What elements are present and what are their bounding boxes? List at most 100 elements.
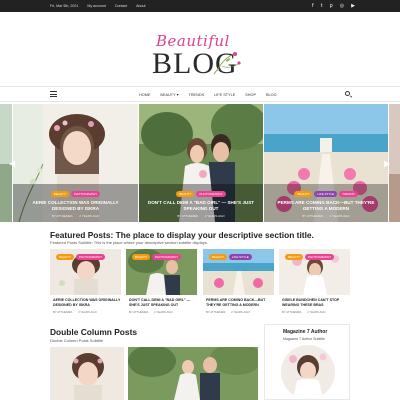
post-author[interactable]: BY ATTHEMES — [129, 310, 148, 314]
main-nav: HOME BEAUTY ▾ TRENDS LIFE STYLE SHOP BLO… — [0, 86, 400, 102]
my-account-link[interactable]: My account — [87, 4, 105, 8]
post-meta: BY ATTHEMES 2 YEARS AGO — [129, 310, 178, 314]
featured-slider: BEAUTY PHOTOGRAPHY AERIE COLLECTION WAS … — [0, 104, 400, 222]
post-author[interactable]: BY ATTHEMES — [206, 310, 225, 314]
post-date: 2 YEARS AGO — [231, 310, 250, 314]
category-badge[interactable]: BEAUTY — [294, 191, 313, 197]
slide-badges: BEAUTY PHOTOGRAPHY — [139, 191, 263, 197]
post-title[interactable]: DON'T CALL DEMI A "BAD GIRL" — SHE'S JUS… — [129, 298, 197, 308]
slide-caption: BEAUTY PHOTOGRAPHY DON'T CALL DEMI A "BA… — [139, 191, 263, 218]
post-date: 2 YEARS AGO — [154, 310, 173, 314]
category-badge[interactable]: TRENDS — [339, 191, 358, 197]
post-badges: BEAUTY PHOTOGRAPHY — [285, 254, 335, 260]
featured-section-title: Featured Posts: The place to display you… — [50, 230, 314, 240]
double-column-title: Double Column Posts — [50, 327, 138, 337]
author-widget: Magazine 7 Author Magazine 7 Author Subt… — [264, 324, 350, 400]
top-bar-links: Fri, Mar 5th, 2021 My account Contact Ab… — [50, 0, 146, 12]
slide-3[interactable]: BEAUTY LIFE STYLE TRENDS PERMS ARE COMIN… — [264, 104, 388, 222]
nav-item-beauty[interactable]: BEAUTY ▾ — [160, 92, 178, 97]
category-badge[interactable]: PHOTOGRAPHY — [305, 254, 335, 260]
post-date: 2 YEARS AGO — [204, 214, 225, 218]
slide-meta: BY ATTHEMES 2 YEARS AGO — [264, 214, 388, 218]
hamburger-menu-icon[interactable] — [50, 91, 57, 97]
category-badge[interactable]: BEAUTY — [285, 254, 304, 260]
pinterest-icon[interactable]: p — [330, 3, 333, 9]
site-logo[interactable]: Beautiful BLOG — [0, 12, 400, 86]
post-thumbnail[interactable]: BEAUTY PHOTOGRAPHY — [50, 249, 121, 295]
nav-items: HOME BEAUTY ▾ TRENDS LIFE STYLE SHOP BLO… — [139, 87, 277, 102]
slider-next-arrow-icon[interactable]: ▶ — [384, 159, 390, 168]
post-meta: BY ATTHEMES 2 YEARS AGO — [53, 310, 102, 314]
social-icons: f t p ◎ ▶ — [312, 0, 355, 12]
post-date: 2 YEARS AGO — [79, 214, 100, 218]
category-badge[interactable]: BEAUTY — [132, 254, 151, 260]
slide-partial-right[interactable] — [389, 104, 400, 222]
nav-item-trends[interactable]: TRENDS — [189, 93, 205, 97]
featured-section-subtitle: Featured Posts Subtitle: This is the pla… — [50, 240, 209, 245]
featured-cards: BEAUTY PHOTOGRAPHY AERIE COLLECTION WAS … — [50, 249, 350, 321]
avatar[interactable] — [281, 345, 335, 399]
author-photo — [281, 345, 335, 399]
post-card[interactable]: BEAUTY PHOTOGRAPHY AERIE COLLECTION WAS … — [50, 249, 121, 321]
post-date: 2 YEARS AGO — [307, 310, 326, 314]
nav-item-home[interactable]: HOME — [139, 93, 150, 97]
twitter-icon[interactable]: t — [321, 3, 323, 9]
slide-badges: BEAUTY PHOTOGRAPHY — [13, 191, 138, 197]
top-bar: Fri, Mar 5th, 2021 My account Contact Ab… — [0, 0, 400, 12]
double-column-post-image[interactable] — [128, 347, 258, 400]
slide-2[interactable]: BEAUTY PHOTOGRAPHY DON'T CALL DEMI A "BA… — [139, 104, 263, 222]
post-title[interactable]: PERMS ARE COMING BACK—BUT THEY'RE GETTIN… — [206, 298, 274, 308]
slide-meta: BY ATTHEMES 2 YEARS AGO — [139, 214, 263, 218]
floral-ornament-icon — [213, 52, 241, 75]
category-badge[interactable]: PHOTOGRAPHY — [196, 191, 226, 197]
post-thumbnail[interactable]: BEAUTY PHOTOGRAPHY — [126, 249, 197, 295]
post-author[interactable]: BY ATTHEMES — [282, 310, 301, 314]
date-label: Fri, Mar 5th, 2021 — [50, 4, 79, 8]
slide-image — [389, 104, 400, 222]
category-badge[interactable]: BEAUTY — [56, 254, 75, 260]
post-date: 2 YEARS AGO — [329, 214, 350, 218]
category-badge[interactable]: BEAUTY — [50, 191, 69, 197]
double-column-post-image[interactable] — [50, 347, 124, 400]
post-badges: BEAUTY LIFE STYLE — [209, 254, 252, 260]
post-title[interactable]: GISELE BUNDCHEN CAN'T STOP WEARING THESE… — [282, 298, 350, 308]
slide-title[interactable]: AERIE COLLECTION WAS ORIGINALLY DESIGNED… — [13, 200, 138, 212]
category-badge[interactable]: BEAUTY — [209, 254, 228, 260]
post-author[interactable]: BY ATTHEMES — [177, 214, 198, 218]
about-link[interactable]: About — [136, 4, 145, 8]
search-icon[interactable] — [345, 91, 350, 96]
post-author[interactable]: BY ATTHEMES — [53, 310, 72, 314]
category-badge[interactable]: PHOTOGRAPHY — [152, 254, 182, 260]
slide-caption: BEAUTY PHOTOGRAPHY AERIE COLLECTION WAS … — [13, 191, 138, 218]
slide-badges: BEAUTY LIFE STYLE TRENDS — [264, 191, 388, 197]
youtube-icon[interactable]: ▶ — [351, 3, 355, 9]
nav-item-blog[interactable]: BLOG — [266, 93, 277, 97]
category-badge[interactable]: BEAUTY — [176, 191, 195, 197]
nav-item-life-style[interactable]: LIFE STYLE — [214, 93, 235, 97]
category-badge[interactable]: PHOTOGRAPHY — [76, 254, 106, 260]
post-card[interactable]: BEAUTY PHOTOGRAPHY GISELE BUNDCHEN CAN'T… — [279, 249, 350, 321]
post-author[interactable]: BY ATTHEMES — [52, 214, 73, 218]
author-widget-subtitle: Magazine 7 Author Subtitle — [283, 337, 325, 341]
post-card[interactable]: BEAUTY LIFE STYLE PERMS ARE COMING BACK—… — [203, 249, 274, 321]
slide-title[interactable]: DON'T CALL DEMI A "BAD GIRL" — SHE'S JUS… — [139, 200, 263, 212]
post-image — [128, 347, 258, 400]
post-thumbnail[interactable]: BEAUTY LIFE STYLE — [203, 249, 274, 295]
nav-item-shop[interactable]: SHOP — [245, 93, 256, 97]
category-badge[interactable]: LIFE STYLE — [229, 254, 252, 260]
slider-prev-arrow-icon[interactable]: ◀ — [9, 159, 15, 168]
post-badges: BEAUTY PHOTOGRAPHY — [56, 254, 106, 260]
category-badge[interactable]: LIFE STYLE — [314, 191, 338, 197]
slide-1[interactable]: BEAUTY PHOTOGRAPHY AERIE COLLECTION WAS … — [13, 104, 138, 222]
category-badge[interactable]: PHOTOGRAPHY — [70, 191, 101, 197]
post-date: 2 YEARS AGO — [78, 310, 97, 314]
post-thumbnail[interactable]: BEAUTY PHOTOGRAPHY — [279, 249, 350, 295]
contact-link[interactable]: Contact — [115, 4, 127, 8]
post-title[interactable]: AERIE COLLECTION WAS ORIGINALLY DESIGNED… — [53, 298, 121, 308]
slide-caption: BEAUTY LIFE STYLE TRENDS PERMS ARE COMIN… — [264, 191, 388, 218]
slide-title[interactable]: PERMS ARE COMING BACK—BUT THEY'RE GETTIN… — [264, 200, 388, 212]
post-card[interactable]: BEAUTY PHOTOGRAPHY DON'T CALL DEMI A "BA… — [126, 249, 197, 321]
facebook-icon[interactable]: f — [312, 3, 314, 9]
instagram-icon[interactable]: ◎ — [340, 3, 344, 9]
post-author[interactable]: BY ATTHEMES — [302, 214, 323, 218]
